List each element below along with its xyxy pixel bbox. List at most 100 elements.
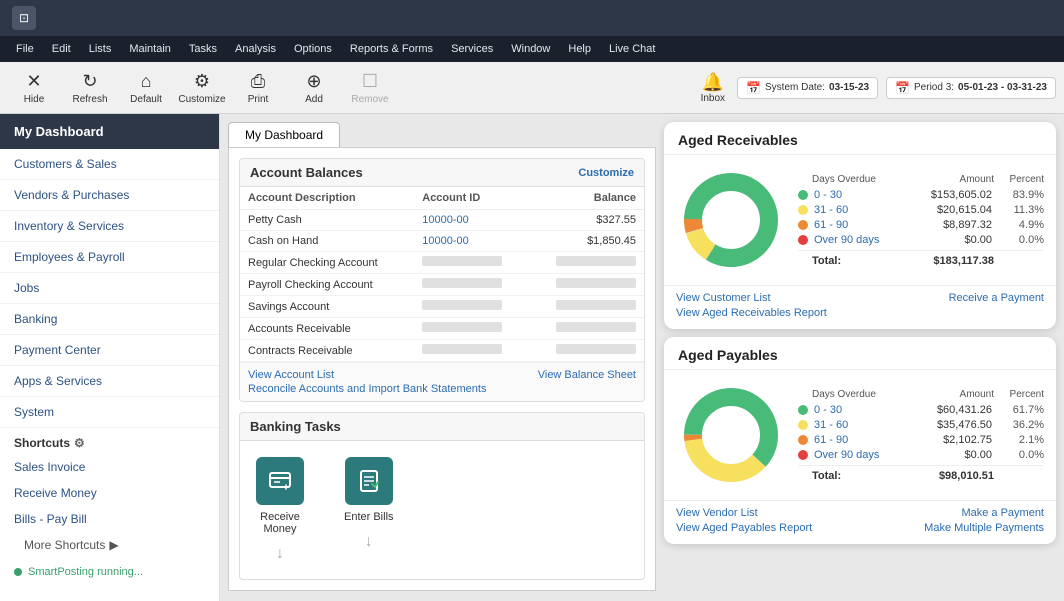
sidebar-item-jobs[interactable]: Jobs: [0, 273, 219, 304]
legend-dot-icon: [798, 190, 808, 200]
menu-services[interactable]: Services: [443, 41, 501, 57]
view-balance-sheet-link[interactable]: View Balance Sheet: [538, 369, 636, 395]
legend-row: Over 90 days$0.000.0%: [798, 449, 1044, 461]
menu-file[interactable]: File: [8, 41, 42, 57]
legend-dot-icon: [798, 205, 808, 215]
calendar-icon-1: 📅: [746, 81, 761, 95]
menu-reports[interactable]: Reports & Forms: [342, 41, 441, 57]
legend-row: 31 - 60$35,476.5036.2%: [798, 419, 1044, 431]
legend-dot-icon: [798, 405, 808, 415]
receive-payment-link[interactable]: Receive a Payment: [949, 292, 1044, 319]
aged-payables-donut: [676, 380, 786, 490]
inbox-button[interactable]: 🔔 Inbox: [701, 72, 725, 104]
customize-label: Customize: [178, 94, 225, 105]
legend-percent-value: 4.9%: [994, 219, 1044, 231]
legend-dot-icon: [798, 450, 808, 460]
task-enter-bills[interactable]: Enter Bills ↓: [344, 457, 394, 551]
legend-days-label[interactable]: Over 90 days: [814, 449, 910, 461]
account-table-row: Regular Checking Account: [240, 252, 644, 274]
legend-dot-icon: [798, 235, 808, 245]
legend-days-label[interactable]: 0 - 30: [814, 404, 910, 416]
aged-receivables-card: Aged Receivables: [664, 122, 1056, 329]
legend-days-label[interactable]: 61 - 90: [814, 434, 910, 446]
reconcile-link[interactable]: Reconcile Accounts and Import Bank State…: [248, 383, 486, 395]
print-label: Print: [248, 94, 269, 105]
view-account-list-link[interactable]: View Account List: [248, 369, 486, 381]
shortcut-bills-pay-bill[interactable]: Bills - Pay Bill: [0, 506, 219, 532]
banking-tasks-header: Banking Tasks: [240, 413, 644, 441]
account-id-cell: [414, 252, 529, 274]
add-icon: ⊕: [306, 71, 321, 92]
sidebar-item-banking[interactable]: Banking: [0, 304, 219, 335]
view-vendor-list-link[interactable]: View Vendor List: [676, 507, 812, 519]
legend-days-label[interactable]: 31 - 60: [814, 204, 910, 216]
sidebar-item-vendors-purchases[interactable]: Vendors & Purchases: [0, 180, 219, 211]
task-receive-money[interactable]: ReceiveMoney ↓: [256, 457, 304, 563]
print-button[interactable]: ⎙ Print: [232, 66, 284, 110]
sidebar-item-system[interactable]: System: [0, 397, 219, 428]
account-balances-customize[interactable]: Customize: [578, 167, 634, 179]
add-label: Add: [305, 94, 323, 105]
sidebar-item-apps-services[interactable]: Apps & Services: [0, 366, 219, 397]
view-aged-payables-report-link[interactable]: View Aged Payables Report: [676, 522, 812, 534]
make-payment-link[interactable]: Make a Payment: [924, 507, 1044, 519]
menu-lists[interactable]: Lists: [81, 41, 120, 57]
legend-percent-value: 0.0%: [994, 449, 1044, 461]
menu-options[interactable]: Options: [286, 41, 340, 57]
remove-icon: ☐: [362, 71, 378, 92]
aged-payables-legend-header: Days Overdue Amount Percent: [798, 389, 1044, 400]
main-layout: My Dashboard Customers & Sales Vendors &…: [0, 114, 1064, 601]
menu-tasks[interactable]: Tasks: [181, 41, 225, 57]
period-box: 📅 Period 3: 05-01-23 - 03-31-23: [886, 77, 1056, 99]
add-button[interactable]: ⊕ Add: [288, 66, 340, 110]
account-desc-cell: Cash on Hand: [240, 231, 414, 252]
menu-livechat[interactable]: Live Chat: [601, 41, 663, 57]
legend-days-label[interactable]: 0 - 30: [814, 189, 910, 201]
sidebar-item-inventory-services[interactable]: Inventory & Services: [0, 211, 219, 242]
legend-row: 61 - 90$8,897.324.9%: [798, 219, 1044, 231]
tab-bar: My Dashboard: [228, 122, 656, 147]
account-desc-cell: Contracts Receivable: [240, 340, 414, 362]
menu-analysis[interactable]: Analysis: [227, 41, 284, 57]
shortcuts-gear-icon[interactable]: ⚙: [74, 436, 85, 450]
view-aged-receivables-report-link[interactable]: View Aged Receivables Report: [676, 307, 827, 319]
refresh-label: Refresh: [72, 94, 107, 105]
legend-row: 0 - 30$60,431.2661.7%: [798, 404, 1044, 416]
make-multiple-payments-link[interactable]: Make Multiple Payments: [924, 522, 1044, 534]
shortcut-receive-money[interactable]: Receive Money: [0, 480, 219, 506]
sidebar-item-customers-sales[interactable]: Customers & Sales: [0, 149, 219, 180]
account-id-cell[interactable]: 10000-00: [414, 210, 529, 231]
menu-edit[interactable]: Edit: [44, 41, 79, 57]
legend-percent-value: 11.3%: [994, 204, 1044, 216]
legend-days-label[interactable]: 61 - 90: [814, 219, 910, 231]
more-shortcuts-button[interactable]: More Shortcuts ▶: [0, 532, 219, 558]
customize-icon: ⚙: [194, 71, 210, 92]
sidebar-item-employees-payroll[interactable]: Employees & Payroll: [0, 242, 219, 273]
account-balance-cell: [529, 318, 644, 340]
menu-bar: File Edit Lists Maintain Tasks Analysis …: [0, 36, 1064, 62]
shortcuts-section-header: Shortcuts ⚙: [0, 428, 219, 454]
legend-amount-value: $60,431.26: [912, 404, 992, 416]
legend-days-label[interactable]: 31 - 60: [814, 419, 910, 431]
legend-col-days: Days Overdue: [812, 174, 914, 185]
tab-my-dashboard[interactable]: My Dashboard: [228, 122, 340, 147]
menu-window[interactable]: Window: [503, 41, 558, 57]
account-balances-title: Account Balances: [250, 165, 363, 180]
account-balance-cell: [529, 340, 644, 362]
default-button[interactable]: ⌂ Default: [120, 66, 172, 110]
shortcut-sales-invoice[interactable]: Sales Invoice: [0, 454, 219, 480]
legend-amount-value: $153,605.02: [912, 189, 992, 201]
right-panel: Aged Receivables: [656, 122, 1056, 593]
hide-button[interactable]: ✕ Hide: [8, 66, 60, 110]
sidebar-item-payment-center[interactable]: Payment Center: [0, 335, 219, 366]
legend-percent-value: 0.0%: [994, 234, 1044, 246]
customize-button[interactable]: ⚙ Customize: [176, 66, 228, 110]
menu-help[interactable]: Help: [560, 41, 599, 57]
app-icon: ⊡: [12, 6, 36, 30]
aged-receivables-total-row: Total: $183,117.38: [798, 250, 1044, 267]
legend-days-label[interactable]: Over 90 days: [814, 234, 910, 246]
refresh-button[interactable]: ↻ Refresh: [64, 66, 116, 110]
account-id-cell[interactable]: 10000-00: [414, 231, 529, 252]
view-customer-list-link[interactable]: View Customer List: [676, 292, 827, 304]
menu-maintain[interactable]: Maintain: [121, 41, 179, 57]
